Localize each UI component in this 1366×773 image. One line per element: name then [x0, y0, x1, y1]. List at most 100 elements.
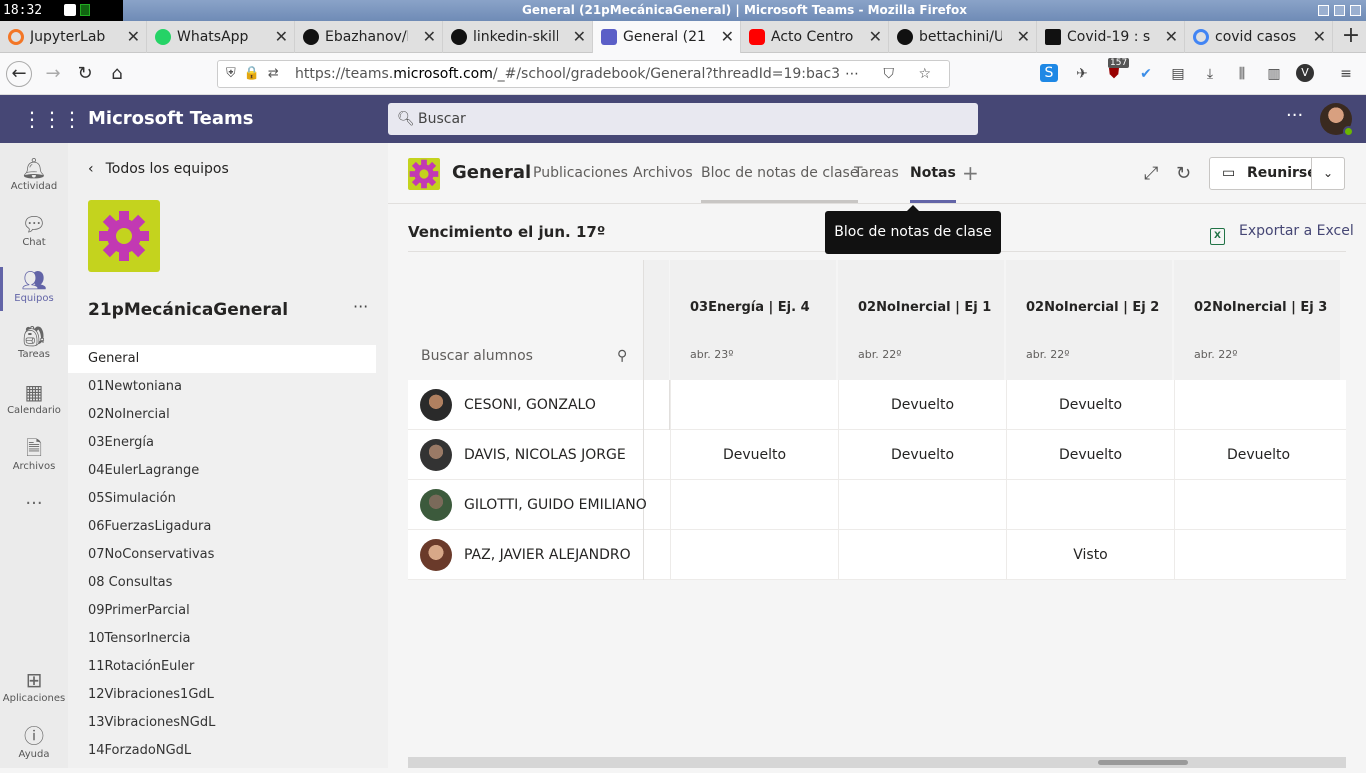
channel-item[interactable]: 11RotaciónEuler: [68, 653, 376, 681]
channel-item[interactable]: 05Simulación: [68, 485, 376, 513]
grade-cell[interactable]: [670, 480, 838, 530]
tab-close-icon[interactable]: ✕: [573, 21, 586, 53]
tab-notas[interactable]: Notas: [910, 165, 956, 203]
refresh-icon[interactable]: ↻: [1176, 163, 1191, 184]
expand-icon[interactable]: ⤢: [1144, 163, 1158, 184]
rail-item-chat[interactable]: 💬︎ Chat: [0, 205, 68, 261]
browser-tab-github-1[interactable]: Ebazhanov/li ✕: [295, 21, 443, 53]
s-extension-icon[interactable]: S: [1040, 64, 1058, 82]
student-cell[interactable]: GILOTTI, GUIDO EMILIANO: [408, 480, 647, 530]
channel-item[interactable]: 08 Consultas: [68, 569, 376, 597]
student-cell[interactable]: CESONI, GONZALO: [408, 380, 644, 430]
channel-item[interactable]: 01Newtoniana: [68, 373, 376, 401]
tab-publicaciones[interactable]: Publicaciones: [533, 165, 628, 203]
grade-cell[interactable]: Devuelto: [1006, 430, 1174, 480]
sidebar-toggle-icon[interactable]: ▥: [1264, 64, 1284, 84]
library-icon[interactable]: ⫼: [1232, 64, 1252, 84]
tab-archivos[interactable]: Archivos: [633, 165, 693, 203]
new-tab-icon[interactable]: +: [1336, 21, 1366, 53]
maximize-icon[interactable]: [1334, 5, 1345, 16]
channel-item[interactable]: 06FuerzasLigadura: [68, 513, 376, 541]
channel-item[interactable]: 07NoConservativas: [68, 541, 376, 569]
rail-item-equipos[interactable]: 👥︎ Equipos: [0, 261, 68, 317]
grade-cell[interactable]: [670, 530, 838, 580]
user-avatar[interactable]: [1320, 103, 1354, 137]
channel-item[interactable]: 03Energía: [68, 429, 376, 457]
extension-icon[interactable]: ✈: [1072, 64, 1092, 84]
grade-cell[interactable]: [1006, 480, 1174, 530]
channel-item[interactable]: 04EulerLagrange: [68, 457, 376, 485]
extension-blue-icon[interactable]: ✔: [1136, 64, 1156, 84]
assignment-header[interactable]: 02NoInercial | Ej 3 abr. 22º: [1174, 260, 1340, 380]
forward-icon[interactable]: →: [40, 61, 66, 87]
chevron-down-icon[interactable]: ⌄: [1311, 157, 1345, 190]
download-icon[interactable]: ⤓: [1200, 64, 1220, 84]
reload-icon[interactable]: ↻: [72, 61, 98, 87]
close-window-icon[interactable]: [1350, 5, 1361, 16]
channel-item[interactable]: 09PrimerParcial: [68, 597, 376, 625]
tab-close-icon[interactable]: ✕: [721, 21, 734, 53]
browser-tab-google[interactable]: covid casos c ✕: [1185, 21, 1333, 53]
more-options-icon[interactable]: ···: [1286, 105, 1303, 126]
channel-item[interactable]: 02NoInercial: [68, 401, 376, 429]
assignment-header[interactable]: 03Energía | Ej. 4 abr. 23º: [670, 260, 836, 380]
grade-cell[interactable]: Visto: [1006, 530, 1174, 580]
rail-more-icon[interactable]: ···: [0, 485, 68, 541]
grade-cell[interactable]: Devuelto: [670, 430, 838, 480]
tab-close-icon[interactable]: ✕: [1165, 21, 1178, 53]
home-icon[interactable]: ⌂: [104, 61, 130, 87]
tab-close-icon[interactable]: ✕: [1313, 21, 1326, 53]
scrollbar-thumb[interactable]: [1098, 760, 1188, 765]
grade-cell[interactable]: Devuelto: [1006, 380, 1174, 430]
assignment-header[interactable]: 02NoInercial | Ej 1 abr. 22º: [838, 260, 1004, 380]
grade-cell[interactable]: Devuelto: [838, 430, 1006, 480]
rail-item-calendario[interactable]: ▦ Calendario: [0, 373, 68, 429]
grade-cell[interactable]: [1174, 480, 1342, 530]
export-excel-button[interactable]: X Exportar a Excel: [1210, 223, 1354, 245]
grade-cell[interactable]: [1174, 380, 1342, 430]
tab-close-icon[interactable]: ✕: [275, 21, 288, 53]
browser-tab-teams[interactable]: General (21p ✕: [593, 21, 741, 53]
tab-bloc-de-notas[interactable]: Bloc de notas de clase: [701, 165, 859, 203]
browser-tab-covid-1[interactable]: Covid-19 : se ✕: [1037, 21, 1185, 53]
team-more-icon[interactable]: ···: [353, 297, 368, 316]
browser-tab-youtube[interactable]: Acto Centro / ✕: [741, 21, 889, 53]
tab-close-icon[interactable]: ✕: [1017, 21, 1030, 53]
back-icon[interactable]: ←: [6, 61, 32, 87]
url-bar[interactable]: ⛨🔒⇄ https://teams.microsoft.com/_#/schoo…: [217, 60, 950, 88]
assignment-header[interactable]: 02NoInercial | Ej 2 abr. 22º: [1006, 260, 1172, 380]
channel-item[interactable]: 10TensorInercia: [68, 625, 376, 653]
add-tab-icon[interactable]: +: [962, 161, 979, 185]
browser-tab-github-2[interactable]: linkedin-skill- ✕: [443, 21, 593, 53]
menu-icon[interactable]: ≡: [1336, 64, 1356, 84]
all-teams-link[interactable]: ‹ Todos los equipos: [88, 161, 241, 177]
tab-close-icon[interactable]: ✕: [423, 21, 436, 53]
channel-item[interactable]: General: [68, 345, 376, 373]
channel-item[interactable]: 12Vibraciones1GdL: [68, 681, 376, 709]
rail-item-aplicaciones[interactable]: ⊞ Aplicaciones: [0, 661, 68, 717]
reader-icon[interactable]: ▤: [1168, 64, 1188, 84]
student-cell[interactable]: PAZ, JAVIER ALEJANDRO: [408, 530, 644, 580]
grade-cell[interactable]: [670, 380, 838, 430]
tab-close-icon[interactable]: ✕: [127, 21, 140, 53]
rail-item-tareas[interactable]: 🎒︎ Tareas: [0, 317, 68, 373]
tab-close-icon[interactable]: ✕: [869, 21, 882, 53]
grade-cell[interactable]: [1174, 530, 1342, 580]
browser-tab-jupyterlab[interactable]: JupyterLab ✕: [0, 21, 147, 53]
channel-item[interactable]: 14ForzadoNGdL: [68, 737, 376, 765]
grade-cell[interactable]: Devuelto: [838, 380, 1006, 430]
grade-cell[interactable]: Devuelto: [1174, 430, 1342, 480]
grade-cell[interactable]: [838, 480, 1006, 530]
horizontal-scrollbar[interactable]: [408, 757, 1346, 768]
rail-item-actividad[interactable]: 🔔︎ Actividad: [0, 149, 68, 205]
grade-cell[interactable]: [838, 530, 1006, 580]
rail-item-ayuda[interactable]: ⓘ Ayuda: [0, 717, 68, 773]
student-cell[interactable]: DAVIS, NICOLAS JORGE: [408, 430, 644, 480]
channel-item[interactable]: 13VibracionesNGdL: [68, 709, 376, 737]
page-actions-icons[interactable]: ⋯ ⛉ ☆: [839, 61, 941, 87]
search-students-input[interactable]: Buscar alumnos ⚲: [421, 348, 627, 364]
browser-tab-whatsapp[interactable]: WhatsApp ✕: [147, 21, 295, 53]
minimize-icon[interactable]: [1318, 5, 1329, 16]
account-icon[interactable]: V: [1296, 64, 1314, 82]
browser-tab-github-3[interactable]: bettachini/UN ✕: [889, 21, 1037, 53]
